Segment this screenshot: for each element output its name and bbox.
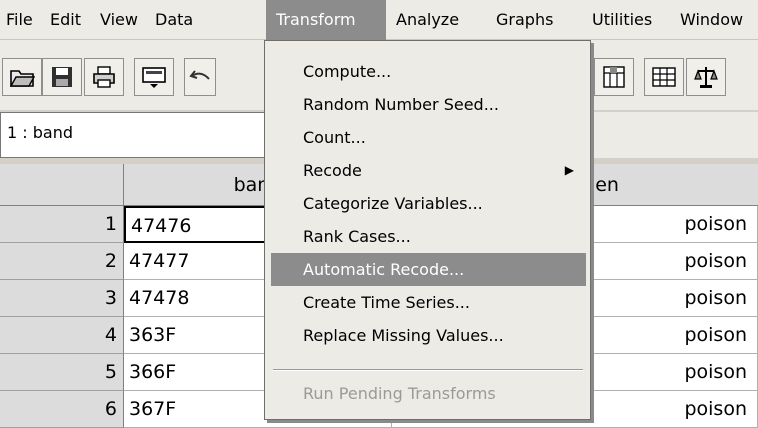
- menu-edit[interactable]: Edit: [44, 0, 92, 40]
- menu-file[interactable]: File: [0, 0, 44, 40]
- menu-item-recode[interactable]: Recode ▶: [271, 154, 586, 187]
- row-header[interactable]: 4: [0, 317, 124, 354]
- menu-separator: [273, 369, 583, 371]
- cell-reference-box[interactable]: 1 : band: [0, 112, 300, 158]
- menu-item-automatic-recode[interactable]: Automatic Recode...: [271, 253, 586, 286]
- menu-item-recode-label: Recode: [303, 161, 362, 180]
- menu-graphs[interactable]: Graphs: [486, 0, 584, 40]
- menu-item-replace-missing-values[interactable]: Replace Missing Values...: [271, 319, 586, 352]
- undo-icon[interactable]: [184, 58, 216, 96]
- menu-item-create-time-series[interactable]: Create Time Series...: [271, 286, 586, 319]
- row-header[interactable]: 3: [0, 280, 124, 317]
- open-folder-icon[interactable]: [2, 58, 42, 96]
- menu-item-count[interactable]: Count...: [271, 121, 586, 154]
- menu-item-compute[interactable]: Compute...: [271, 55, 586, 88]
- menu-bar: File Edit View Data Transform Analyze Gr…: [0, 0, 758, 40]
- menu-item-run-pending-transforms: Run Pending Transforms: [303, 384, 496, 403]
- menu-data[interactable]: Data: [148, 0, 266, 40]
- menu-item-rank-cases[interactable]: Rank Cases...: [271, 220, 586, 253]
- row-header[interactable]: 6: [0, 391, 124, 428]
- menu-transform[interactable]: Transform: [266, 0, 386, 40]
- row-header[interactable]: 1: [0, 206, 124, 243]
- menu-window[interactable]: Window: [674, 0, 758, 40]
- row-header[interactable]: 2: [0, 243, 124, 280]
- save-disk-icon[interactable]: [42, 58, 82, 96]
- menu-analyze[interactable]: Analyze: [386, 0, 486, 40]
- transform-menu: Compute... Random Number Seed... Count..…: [264, 40, 591, 420]
- menu-item-random-number-seed[interactable]: Random Number Seed...: [271, 88, 586, 121]
- menu-item-categorize-variables[interactable]: Categorize Variables...: [271, 187, 586, 220]
- menu-view[interactable]: View: [92, 0, 148, 40]
- grid-corner[interactable]: [0, 164, 124, 206]
- print-icon[interactable]: [84, 58, 124, 96]
- weight-cases-icon[interactable]: [686, 58, 726, 96]
- submenu-arrow-icon: ▶: [564, 163, 574, 177]
- value-labels-icon[interactable]: [644, 58, 684, 96]
- dialog-recall-icon[interactable]: [134, 58, 174, 96]
- variables-icon[interactable]: [594, 58, 634, 96]
- menu-utilities[interactable]: Utilities: [584, 0, 674, 40]
- row-header[interactable]: 5: [0, 354, 124, 391]
